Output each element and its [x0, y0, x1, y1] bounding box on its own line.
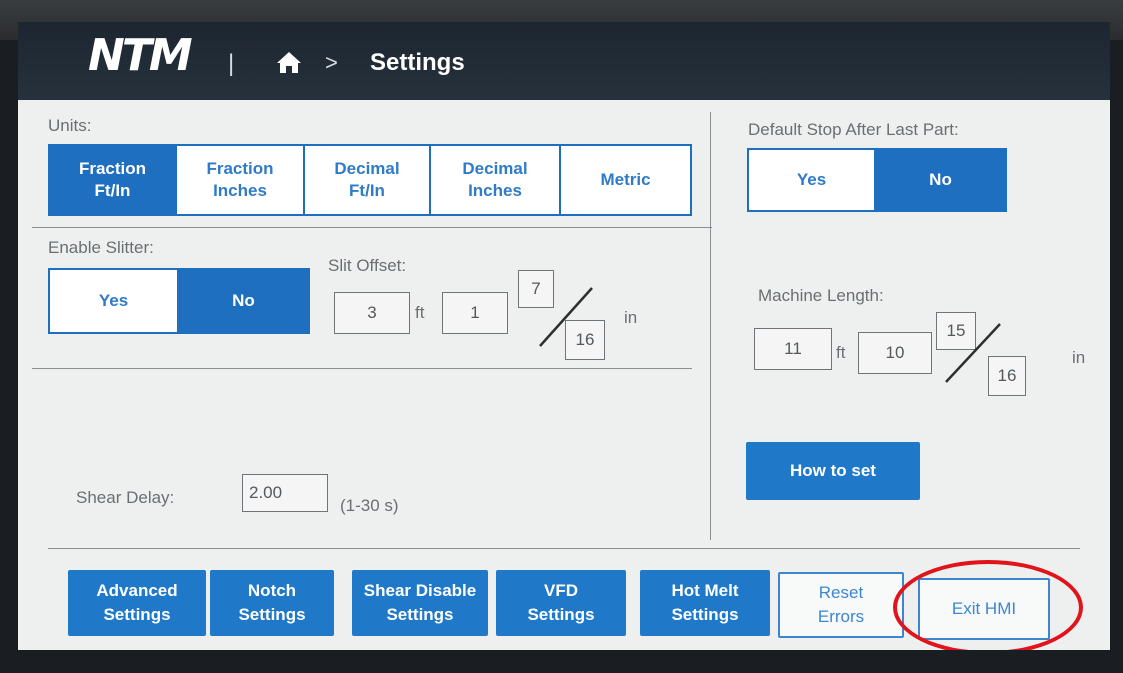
- machine-length-label: Machine Length:: [758, 286, 884, 305]
- divider: [32, 227, 712, 228]
- units-selector: Fraction Ft/In Fraction Inches Decimal F…: [48, 144, 692, 216]
- slit-offset-label: Slit Offset:: [328, 256, 407, 275]
- slit-offset-inches-input[interactable]: 1: [442, 292, 508, 334]
- machine-length-inch-unit: in: [1072, 348, 1086, 367]
- slitter-no-option[interactable]: No: [179, 270, 308, 332]
- units-option-metric[interactable]: Metric: [561, 146, 690, 214]
- notch-settings-button[interactable]: Notch Settings: [210, 570, 334, 636]
- advanced-settings-button[interactable]: Advanced Settings: [68, 570, 206, 636]
- shear-delay-input[interactable]: 2.00: [242, 474, 328, 512]
- enable-slitter-toggle: Yes No: [48, 268, 310, 334]
- shear-disable-settings-button[interactable]: Shear Disable Settings: [352, 570, 488, 636]
- header-separator: |: [228, 50, 235, 77]
- exit-hmi-button[interactable]: Exit HMI: [918, 578, 1050, 640]
- slit-offset-feet-unit: ft: [415, 303, 425, 322]
- default-stop-toggle: Yes No: [747, 148, 1007, 212]
- units-option-fraction-inches[interactable]: Fraction Inches: [177, 146, 305, 214]
- machine-length-feet-input[interactable]: 11: [754, 328, 832, 370]
- default-stop-label: Default Stop After Last Part:: [748, 120, 959, 139]
- units-option-fraction-ft-in[interactable]: Fraction Ft/In: [50, 146, 177, 214]
- vertical-divider: [710, 112, 711, 540]
- shear-delay-label: Shear Delay:: [76, 488, 175, 507]
- ntm-logo: NTM: [88, 30, 193, 81]
- units-option-decimal-inches[interactable]: Decimal Inches: [431, 146, 561, 214]
- shear-delay-range: (1-30 s): [340, 496, 399, 515]
- machine-length-denominator-input[interactable]: 16: [988, 356, 1026, 396]
- slitter-yes-option[interactable]: Yes: [50, 270, 179, 332]
- machine-length-inches-input[interactable]: 10: [858, 332, 932, 374]
- how-to-set-button[interactable]: How to set: [746, 442, 920, 500]
- enable-slitter-label: Enable Slitter:: [48, 238, 154, 257]
- footer-divider: [48, 548, 1080, 549]
- hot-melt-settings-button[interactable]: Hot Melt Settings: [640, 570, 770, 636]
- slit-offset-denominator-input[interactable]: 16: [565, 320, 605, 360]
- hmi-screen: NTM | > Settings Units: Fraction Ft/In F…: [18, 22, 1110, 650]
- header-bar: NTM | > Settings: [18, 22, 1110, 100]
- slit-offset-feet-input[interactable]: 3: [334, 292, 410, 334]
- default-stop-no-option[interactable]: No: [876, 150, 1005, 210]
- divider: [32, 368, 692, 369]
- device-bezel-bottom: [0, 650, 1123, 673]
- reset-errors-button[interactable]: Reset Errors: [778, 572, 904, 638]
- vfd-settings-button[interactable]: VFD Settings: [496, 570, 626, 636]
- units-option-decimal-ft-in[interactable]: Decimal Ft/In: [305, 146, 431, 214]
- machine-length-feet-unit: ft: [836, 343, 846, 362]
- units-label: Units:: [48, 116, 92, 135]
- home-icon[interactable]: [276, 50, 302, 74]
- page-title: Settings: [370, 49, 465, 76]
- slit-offset-inch-unit: in: [624, 308, 638, 327]
- breadcrumb-chevron: >: [325, 50, 338, 75]
- default-stop-yes-option[interactable]: Yes: [749, 150, 877, 210]
